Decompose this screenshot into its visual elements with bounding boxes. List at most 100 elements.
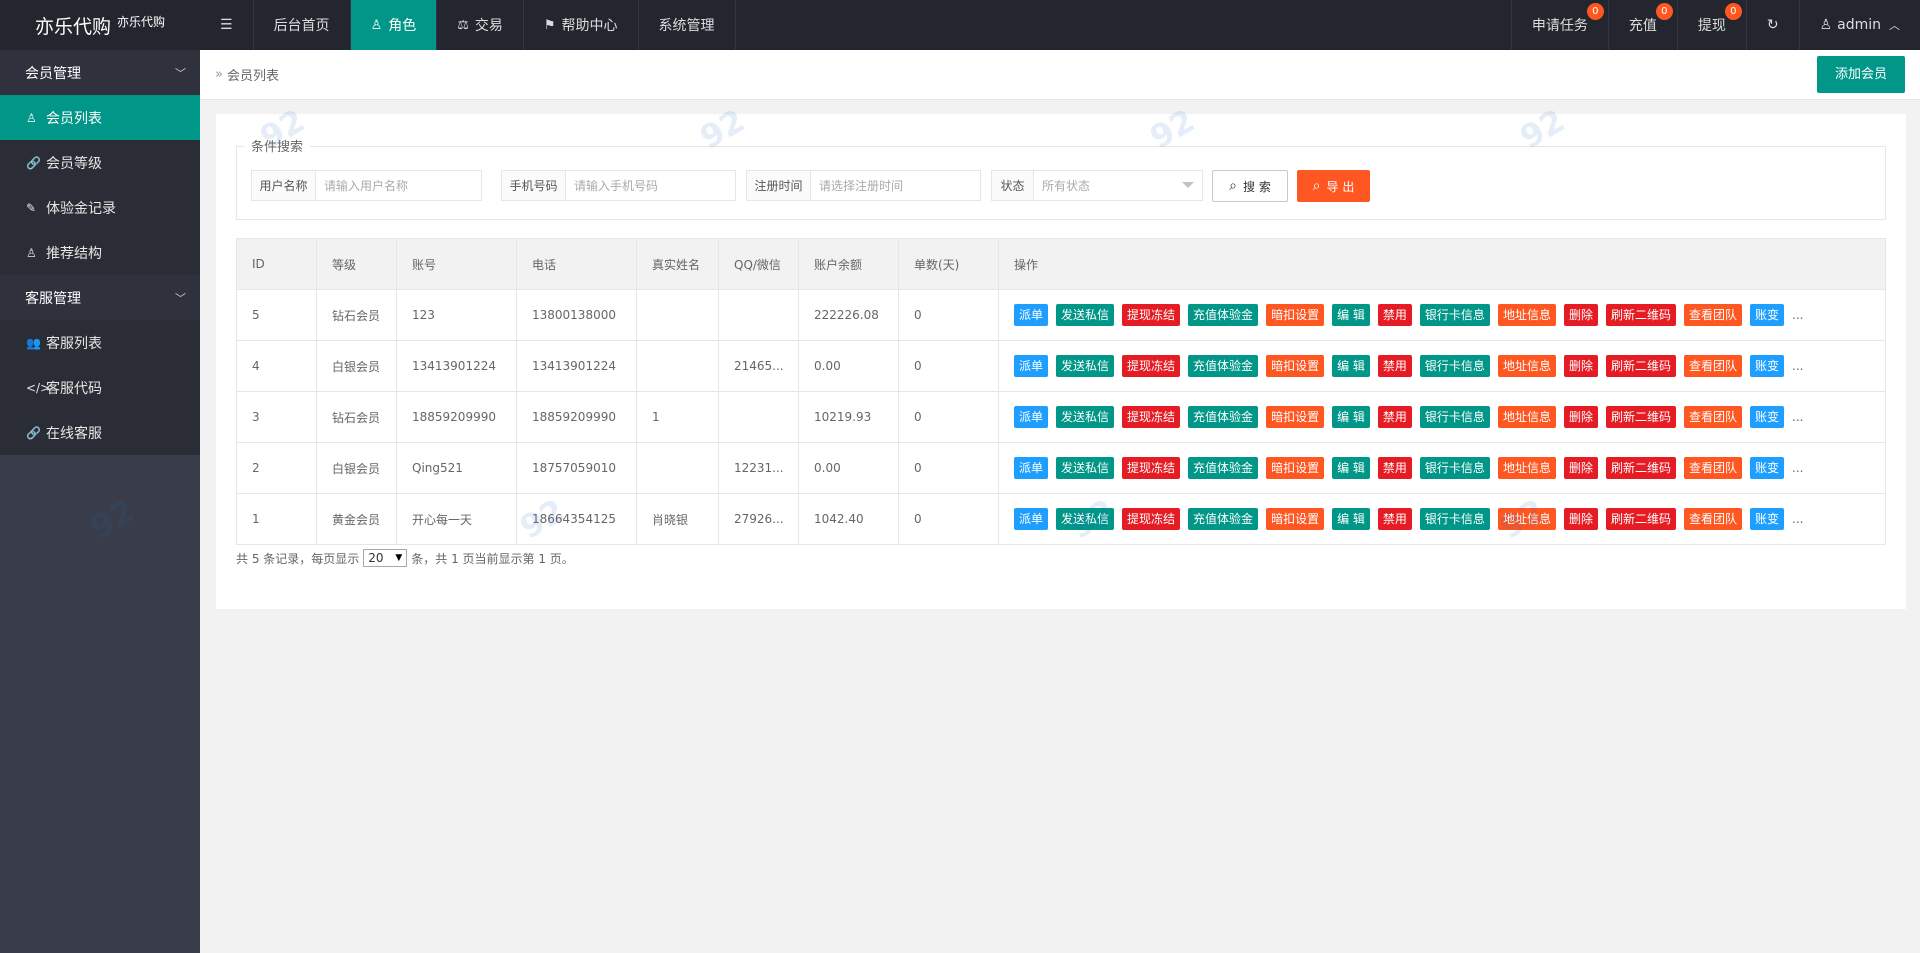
sidebar-item-member-level[interactable]: 🔗 会员等级 — [0, 140, 200, 185]
action-button[interactable]: 删除 — [1563, 406, 1598, 428]
more-actions[interactable]: ... — [1792, 308, 1803, 322]
phone-input[interactable]: 请输入手机号码 — [566, 171, 735, 200]
action-button[interactable]: 地址信息 — [1497, 457, 1556, 479]
action-button[interactable]: 暗扣设置 — [1266, 508, 1325, 530]
nav-role[interactable]: ♙ 角色 — [350, 0, 438, 50]
action-button[interactable]: 充值体验金 — [1188, 508, 1259, 530]
action-button[interactable]: 账变 — [1750, 304, 1785, 326]
username-input[interactable]: 请输入用户名称 — [316, 171, 481, 200]
refresh-button[interactable]: ↻ — [1745, 0, 1799, 50]
action-button[interactable]: 充值体验金 — [1188, 355, 1259, 377]
action-button[interactable]: 暗扣设置 — [1266, 304, 1325, 326]
action-button[interactable]: 禁用 — [1377, 457, 1412, 479]
more-actions[interactable]: ... — [1792, 359, 1803, 373]
action-button[interactable]: 派单 — [1014, 355, 1049, 377]
action-button[interactable]: 发送私信 — [1056, 355, 1115, 377]
action-button[interactable]: 银行卡信息 — [1419, 355, 1490, 377]
action-button[interactable]: 提现冻结 — [1122, 457, 1181, 479]
action-button[interactable]: 禁用 — [1377, 355, 1412, 377]
action-button[interactable]: 删除 — [1563, 304, 1598, 326]
menu-toggle-button[interactable]: ☰ — [200, 0, 254, 50]
export-button[interactable]: ⌕ 导 出 — [1297, 170, 1370, 202]
action-button[interactable]: 查看团队 — [1683, 355, 1742, 377]
action-button[interactable]: 编 辑 — [1332, 457, 1370, 479]
action-button[interactable]: 派单 — [1014, 508, 1049, 530]
action-button[interactable]: 删除 — [1563, 457, 1598, 479]
action-button[interactable]: 发送私信 — [1056, 508, 1115, 530]
sidebar-item-referral[interactable]: ♙ 推荐结构 — [0, 230, 200, 275]
action-button[interactable]: 充值体验金 — [1188, 406, 1259, 428]
action-button[interactable]: 银行卡信息 — [1419, 304, 1490, 326]
more-actions[interactable]: ... — [1792, 512, 1803, 526]
nav-home[interactable]: 后台首页 — [254, 0, 351, 50]
action-button[interactable]: 编 辑 — [1332, 508, 1370, 530]
action-button[interactable]: 禁用 — [1377, 406, 1412, 428]
action-button[interactable]: 禁用 — [1377, 508, 1412, 530]
nav-apply-task[interactable]: 申请任务 0 — [1510, 0, 1608, 50]
action-button[interactable]: 派单 — [1014, 457, 1049, 479]
action-button[interactable]: 刷新二维码 — [1605, 355, 1676, 377]
action-button[interactable]: 查看团队 — [1683, 406, 1742, 428]
action-button[interactable]: 提现冻结 — [1122, 304, 1181, 326]
app-logo[interactable]: 亦乐代购 亦乐代购 — [0, 0, 200, 50]
more-actions[interactable]: ... — [1792, 461, 1803, 475]
sidebar-item-online-support[interactable]: 🔗 在线客服 — [0, 410, 200, 455]
action-button[interactable]: 编 辑 — [1332, 304, 1370, 326]
action-button[interactable]: 删除 — [1563, 355, 1598, 377]
action-button[interactable]: 刷新二维码 — [1605, 457, 1676, 479]
user-menu[interactable]: ♙ admin ︿ — [1798, 0, 1920, 50]
action-button[interactable]: 提现冻结 — [1122, 355, 1181, 377]
action-button[interactable]: 账变 — [1750, 508, 1785, 530]
sidebar-item-support-code[interactable]: </> 客服代码 — [0, 365, 200, 410]
action-button[interactable]: 禁用 — [1377, 304, 1412, 326]
regtime-input[interactable]: 请选择注册时间 — [811, 171, 980, 200]
action-button[interactable]: 派单 — [1014, 406, 1049, 428]
action-button[interactable]: 提现冻结 — [1122, 406, 1181, 428]
action-button[interactable]: 银行卡信息 — [1419, 406, 1490, 428]
sidebar-group-members[interactable]: 会员管理 ﹀ — [0, 50, 200, 95]
nav-trade[interactable]: ⚖ 交易 — [437, 0, 524, 50]
nav-help[interactable]: ⚑ 帮助中心 — [524, 0, 639, 50]
action-button[interactable]: 查看团队 — [1683, 508, 1742, 530]
add-member-button[interactable]: 添加会员 — [1816, 56, 1905, 93]
action-button[interactable]: 删除 — [1563, 508, 1598, 530]
action-button[interactable]: 账变 — [1750, 406, 1785, 428]
more-actions[interactable]: ... — [1792, 410, 1803, 424]
action-button[interactable]: 充值体验金 — [1188, 457, 1259, 479]
action-button[interactable]: 充值体验金 — [1188, 304, 1259, 326]
search-button[interactable]: ⌕ 搜 索 — [1212, 170, 1288, 202]
per-page-select[interactable]: 20 ▼ — [363, 549, 408, 567]
action-button[interactable]: 派单 — [1014, 304, 1049, 326]
action-button[interactable]: 编 辑 — [1332, 406, 1370, 428]
action-button[interactable]: 暗扣设置 — [1266, 406, 1325, 428]
action-button[interactable]: 发送私信 — [1056, 457, 1115, 479]
sidebar-item-member-list[interactable]: ♙ 会员列表 — [0, 95, 200, 140]
action-button[interactable]: 发送私信 — [1056, 304, 1115, 326]
action-button[interactable]: 查看团队 — [1683, 457, 1742, 479]
action-button[interactable]: 刷新二维码 — [1605, 304, 1676, 326]
sidebar-item-support-list[interactable]: 👥 客服列表 — [0, 320, 200, 365]
action-button[interactable]: 刷新二维码 — [1605, 406, 1676, 428]
nav-system[interactable]: 系统管理 — [639, 0, 736, 50]
action-button[interactable]: 刷新二维码 — [1605, 508, 1676, 530]
status-select[interactable]: 所有状态 — [1034, 171, 1202, 200]
action-button[interactable]: 发送私信 — [1056, 406, 1115, 428]
action-button[interactable]: 暗扣设置 — [1266, 355, 1325, 377]
nav-withdraw[interactable]: 提现 0 — [1676, 0, 1746, 50]
sidebar-group-support[interactable]: 客服管理 ﹀ — [0, 275, 200, 320]
action-button[interactable]: 提现冻结 — [1122, 508, 1181, 530]
table-cell: 21465... — [718, 340, 799, 392]
action-button[interactable]: 地址信息 — [1497, 406, 1556, 428]
action-button[interactable]: 地址信息 — [1497, 304, 1556, 326]
action-button[interactable]: 暗扣设置 — [1266, 457, 1325, 479]
action-button[interactable]: 账变 — [1750, 355, 1785, 377]
action-button[interactable]: 银行卡信息 — [1419, 457, 1490, 479]
action-button[interactable]: 地址信息 — [1497, 355, 1556, 377]
action-button[interactable]: 查看团队 — [1683, 304, 1742, 326]
action-button[interactable]: 地址信息 — [1497, 508, 1556, 530]
action-button[interactable]: 账变 — [1750, 457, 1785, 479]
sidebar-item-trial-records[interactable]: ✎ 体验金记录 — [0, 185, 200, 230]
nav-recharge[interactable]: 充值 0 — [1607, 0, 1677, 50]
action-button[interactable]: 编 辑 — [1332, 355, 1370, 377]
action-button[interactable]: 银行卡信息 — [1419, 508, 1490, 530]
